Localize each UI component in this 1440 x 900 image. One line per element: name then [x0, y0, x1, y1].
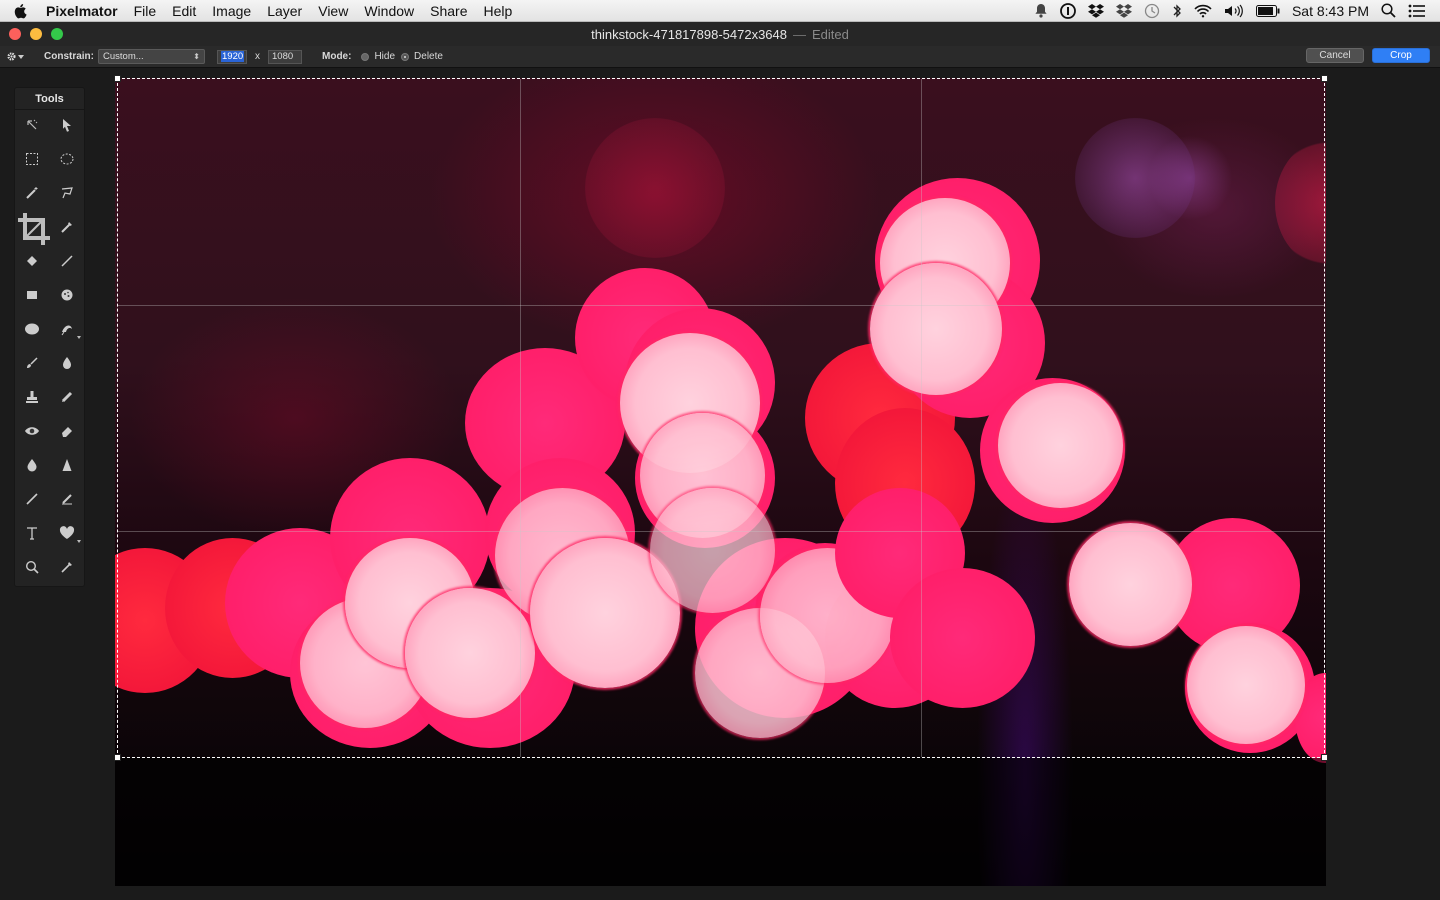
paint-bucket-icon[interactable]	[20, 249, 44, 273]
smudge-icon[interactable]	[55, 317, 81, 341]
menu-file[interactable]: File	[126, 0, 165, 22]
bokeh-light	[998, 383, 1123, 508]
fullscreen-window-button[interactable]	[51, 28, 63, 40]
constrain-select[interactable]: Custom... ⬍	[98, 49, 205, 64]
eraser-icon[interactable]	[55, 419, 79, 443]
sponge-icon[interactable]	[55, 283, 79, 307]
bokeh-light	[1275, 138, 1326, 268]
document-title: thinkstock-471817898-5472x3648	[591, 26, 787, 42]
zoom-icon[interactable]	[20, 555, 44, 579]
menu-help[interactable]: Help	[475, 0, 520, 22]
cancel-button[interactable]: Cancel	[1306, 48, 1364, 63]
tool-options-bar: Constrain: Custom... ⬍ 1920 x 1080 Mode:…	[0, 46, 1440, 68]
red-eye-icon[interactable]	[20, 419, 44, 443]
blur-drop-icon[interactable]	[20, 453, 44, 477]
menubar-clock[interactable]: Sat 8:43 PM	[1292, 0, 1369, 22]
bokeh-light	[650, 488, 775, 613]
constrain-value: Custom...	[103, 51, 144, 62]
dropbox-icon[interactable]	[1115, 0, 1132, 22]
mode-delete-label[interactable]: Delete	[414, 51, 443, 62]
mode-hide-radio[interactable]	[361, 52, 370, 61]
menu-layer[interactable]: Layer	[259, 0, 310, 22]
line-icon[interactable]	[20, 487, 44, 511]
bokeh-light	[890, 568, 1035, 708]
image-canvas[interactable]	[115, 78, 1326, 886]
menu-window[interactable]: Window	[356, 0, 422, 22]
apple-menu-icon[interactable]	[0, 3, 40, 19]
volume-icon[interactable]	[1224, 0, 1244, 22]
window-controls	[9, 28, 63, 40]
mode-hide-label[interactable]: Hide	[374, 51, 395, 62]
clone-stamp-icon[interactable]	[20, 385, 44, 409]
heart-shape-icon[interactable]	[55, 521, 81, 545]
bokeh-light	[1069, 523, 1192, 646]
menu-edit[interactable]: Edit	[164, 0, 204, 22]
menu-share[interactable]: Share	[422, 0, 475, 22]
crop-height-field[interactable]: 1080	[268, 49, 302, 64]
bokeh-light	[585, 118, 725, 258]
crop-shade	[115, 758, 1326, 886]
spotlight-icon[interactable]	[1381, 0, 1396, 22]
crop-icon[interactable]	[16, 211, 52, 247]
ellipse-select-icon[interactable]	[55, 147, 79, 171]
notification-center-icon[interactable]	[1408, 0, 1426, 22]
menu-view[interactable]: View	[310, 0, 356, 22]
bokeh-light	[1187, 626, 1305, 744]
magic-wand-icon[interactable]	[20, 181, 44, 205]
chevron-down-icon	[18, 54, 24, 59]
notification-icon[interactable]	[1034, 0, 1048, 22]
dropbox-alt-icon[interactable]	[1087, 0, 1104, 22]
magic-move-icon[interactable]	[20, 113, 44, 137]
close-window-button[interactable]	[9, 28, 21, 40]
bokeh-light	[1075, 118, 1195, 238]
ellipse-icon[interactable]	[20, 317, 44, 341]
minimize-window-button[interactable]	[30, 28, 42, 40]
bokeh-light	[870, 263, 1002, 395]
freeform-pen-icon[interactable]	[55, 487, 79, 511]
gear-icon	[7, 52, 16, 61]
document-state: Edited	[812, 26, 849, 42]
tools-palette: Tools	[14, 87, 85, 587]
time-machine-icon[interactable]	[1144, 0, 1160, 22]
bluetooth-icon[interactable]	[1172, 0, 1182, 22]
window-titlebar: thinkstock-471817898-5472x3648 — Edited	[0, 22, 1440, 46]
gear-menu-button[interactable]	[0, 51, 30, 62]
crop-width-value: 1920	[221, 50, 245, 62]
sharpen-icon[interactable]	[55, 453, 79, 477]
pen-icon[interactable]	[55, 249, 79, 273]
mode-delete-radio[interactable]	[401, 52, 410, 61]
color-picker-icon[interactable]	[55, 555, 79, 579]
battery-icon[interactable]	[1255, 0, 1280, 22]
app-menu[interactable]: Pixelmator	[40, 0, 126, 22]
menu-image[interactable]: Image	[204, 0, 259, 22]
eyedropper-icon[interactable]	[55, 215, 79, 239]
menu-bar: Pixelmator File Edit Image Layer View Wi…	[0, 0, 1440, 22]
brush-icon[interactable]	[20, 351, 44, 375]
pointer-icon[interactable]	[55, 113, 79, 137]
constrain-label: Constrain:	[44, 51, 94, 62]
text-icon[interactable]	[20, 521, 44, 545]
onepassword-icon[interactable]	[1060, 0, 1076, 22]
bokeh-light	[405, 588, 535, 718]
title-separator: —	[793, 26, 806, 42]
lasso-icon[interactable]	[55, 181, 79, 205]
crop-width-field[interactable]: 1920	[217, 49, 247, 64]
rect-select-icon[interactable]	[20, 147, 44, 171]
select-arrows-icon: ⬍	[193, 52, 200, 61]
tools-title: Tools	[15, 88, 84, 110]
pencil-icon[interactable]	[55, 385, 79, 409]
mode-label: Mode:	[322, 51, 352, 62]
wifi-icon[interactable]	[1194, 0, 1212, 22]
burn-icon[interactable]	[55, 351, 79, 375]
dimension-times: x	[255, 51, 260, 62]
rectangle-shape-icon[interactable]	[20, 283, 44, 307]
crop-button[interactable]: Crop	[1372, 48, 1430, 63]
